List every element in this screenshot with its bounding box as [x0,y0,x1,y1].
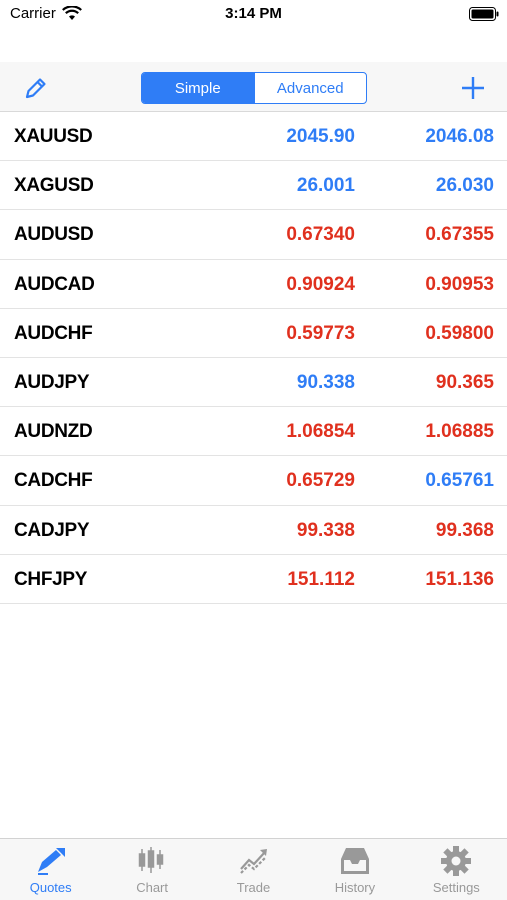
tab-bar: Quotes Chart Trade History Settings [0,838,507,900]
history-icon [340,848,369,874]
ask-price: 0.59800 [425,322,494,344]
quote-row[interactable]: AUDCAD 0.90924 0.90953 [0,260,507,309]
ask-price: 26.030 [435,175,494,197]
tab-settings[interactable]: Settings [406,839,507,900]
battery-icon [469,7,499,21]
quote-row[interactable]: XAUUSD 2045.90 2046.08 [0,112,507,162]
bid-price: 0.90924 [286,273,355,295]
segment-advanced[interactable]: Advanced [253,73,367,103]
quotes-list: XAUUSD 2045.90 2046.08 XAGUSD 26.001 26.… [0,112,507,604]
tab-trade[interactable]: Trade [203,839,304,900]
trade-icon [239,849,267,874]
quotes-icon [37,848,65,875]
quote-row[interactable]: CHFJPY 151.112 151.136 [0,555,507,604]
quote-row[interactable]: AUDCHF 0.59773 0.59800 [0,309,507,358]
quotes-toolbar: Simple Advanced [0,62,507,112]
settings-icon [441,846,472,876]
bid-price: 1.06854 [286,421,355,443]
quote-row[interactable]: XAGUSD 26.001 26.030 [0,161,507,211]
ask-price: 99.368 [435,519,494,541]
tab-history[interactable]: History [304,839,405,900]
chart-icon [138,847,164,873]
quote-row[interactable]: AUDUSD 0.67340 0.67355 [0,210,507,260]
symbol-label: AUDJPY [14,371,90,393]
tab-chart-label: Chart [136,880,168,895]
bid-price: 0.67340 [286,224,355,246]
ask-price: 90.365 [435,371,494,393]
bid-price: 90.338 [296,371,355,393]
bid-price: 151.112 [287,568,355,590]
tab-settings-label: Settings [432,880,480,895]
symbol-label: CHFJPY [14,568,88,590]
mode-segmented-control[interactable]: Simple Advanced [141,72,367,104]
symbol-label: AUDCHF [14,322,93,344]
quote-row[interactable]: AUDNZD 1.06854 1.06885 [0,407,507,457]
status-time: 3:14 PM [225,5,282,22]
symbol-label: AUDNZD [14,421,93,443]
quote-row[interactable]: AUDJPY 90.338 90.365 [0,358,507,408]
add-symbol-icon[interactable] [459,74,487,102]
ask-price: 0.67355 [425,224,494,246]
ask-price: 151.136 [425,568,494,590]
symbol-label: XAGUSD [14,175,94,197]
bid-price: 26.001 [296,175,355,197]
edit-icon[interactable] [22,74,50,102]
bid-price: 0.59773 [286,322,355,344]
tab-chart[interactable]: Chart [101,839,202,900]
status-bar: Carrier 3:14 PM [0,0,507,30]
ask-price: 2046.08 [425,126,494,147]
tab-trade-label: Trade [236,880,271,895]
bid-price: 0.65729 [286,470,355,492]
tab-quotes-label: Quotes [29,880,72,895]
tab-history-label: History [334,880,376,895]
symbol-label: CADCHF [14,470,93,492]
quote-row[interactable]: CADJPY 99.338 99.368 [0,506,507,555]
quote-row[interactable]: CADCHF 0.65729 0.65761 [0,456,507,506]
segment-simple[interactable]: Simple [142,73,254,103]
tab-quotes[interactable]: Quotes [0,839,101,900]
symbol-label: AUDUSD [14,224,94,246]
bid-price: 2045.90 [286,126,355,147]
ask-price: 0.90953 [425,273,494,295]
bid-price: 99.338 [296,519,355,541]
symbol-label: XAUUSD [14,126,93,147]
symbol-label: AUDCAD [14,273,95,295]
ask-price: 0.65761 [425,470,494,492]
ask-price: 1.06885 [425,421,494,443]
symbol-label: CADJPY [14,519,90,541]
